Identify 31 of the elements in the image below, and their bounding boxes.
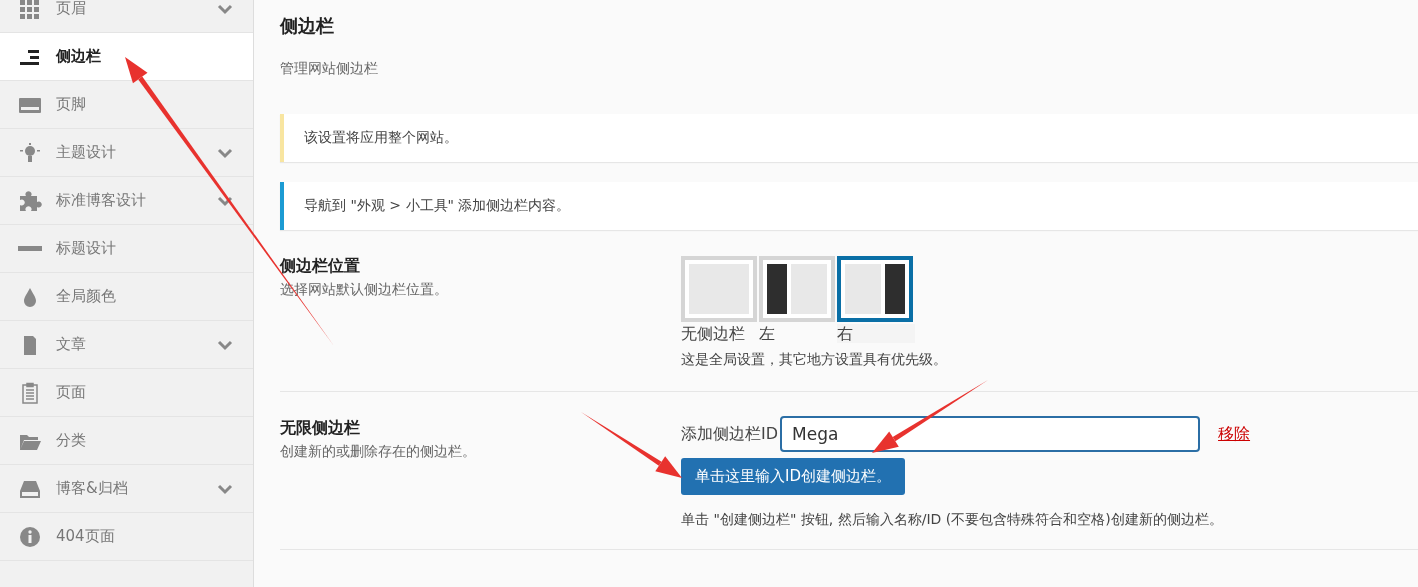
sidebar-item[interactable]: 全局颜色: [0, 273, 253, 321]
sidebar-item[interactable]: 侧边栏: [0, 33, 253, 81]
sidebar-item[interactable]: 页面: [0, 369, 253, 417]
option-label: 无侧边栏: [681, 324, 746, 344]
sidebar-item[interactable]: 404页面: [0, 513, 253, 561]
setting-description: 选择网站默认侧边栏位置。: [280, 281, 449, 299]
option-label: 右: [837, 324, 915, 344]
page-subtitle: 管理网站侧边栏: [280, 60, 379, 78]
sidebar-item[interactable]: 文章: [0, 321, 253, 369]
help-text: 单击 "创建侧边栏" 按钮, 然后输入名称/ID (不要包含特殊符合和空格)创建新的侧边栏。: [681, 511, 1224, 530]
remove-link[interactable]: 移除: [1218, 423, 1251, 445]
sidebar-item[interactable]: 博客&归档: [0, 465, 253, 513]
create-sidebar-button[interactable]: 单击这里输入ID创建侧边栏。: [681, 458, 905, 496]
layout-option[interactable]: [837, 256, 913, 322]
setting-title: 无限侧边栏: [280, 418, 361, 440]
notice: 导航到 "外观 > 小工具" 添加侧边栏内容。: [280, 182, 1418, 230]
field-label: 添加侧边栏ID: [681, 423, 779, 445]
sidebar-item[interactable]: 标题设计: [0, 225, 253, 273]
page-title: 侧边栏: [280, 14, 335, 38]
puzzle-icon: [18, 189, 42, 212]
setting-description: 创建新的或删除存在的侧边栏。: [280, 443, 477, 462]
lightbulb-icon: [18, 141, 42, 164]
setting-title: 侧边栏位置: [280, 256, 361, 277]
text-field[interactable]: Mega: [780, 416, 1201, 453]
grid-icon: [18, 0, 42, 20]
info-icon: [18, 525, 42, 548]
sidebar-item[interactable]: 分类: [0, 417, 253, 465]
help-text: 这是全局设置，其它地方设置具有优先级。: [681, 351, 947, 370]
dash-icon: [18, 246, 42, 251]
notice: 该设置将应用整个网站。: [280, 114, 1418, 162]
option-label: 左: [759, 324, 776, 344]
